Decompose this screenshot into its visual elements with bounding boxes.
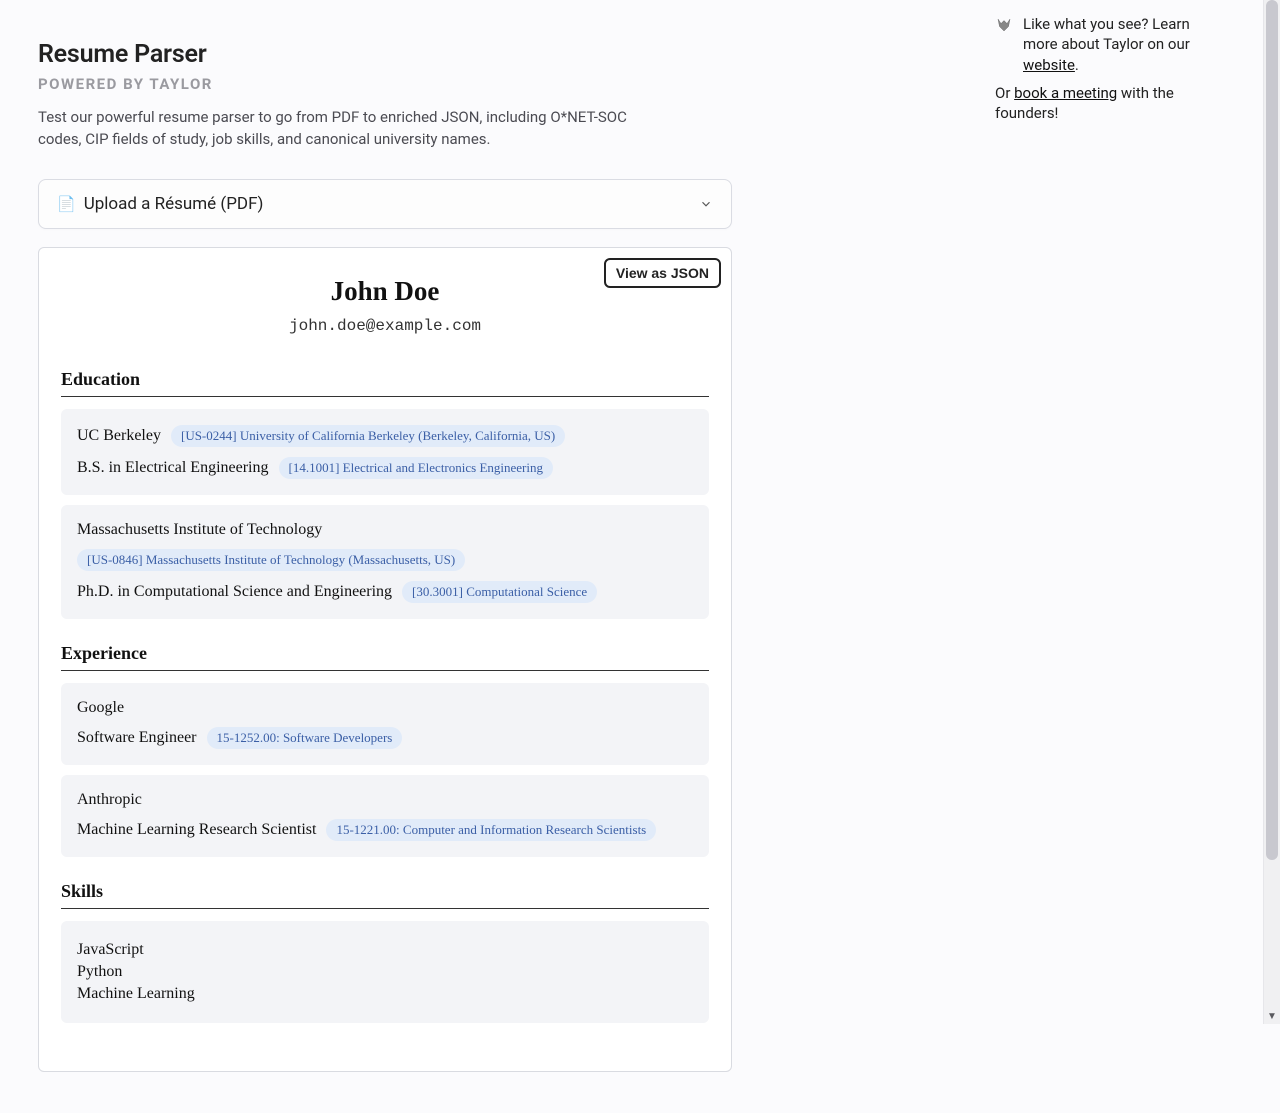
scroll-down-arrow[interactable]: ▼ xyxy=(1267,1012,1277,1022)
skills-card: JavaScript Python Machine Learning xyxy=(61,921,709,1023)
document-icon: 📄 xyxy=(57,195,76,213)
scroll-thumb[interactable] xyxy=(1266,0,1278,860)
degree-tag: [30.3001] Computational Science xyxy=(402,581,597,603)
promo-text-1a: Like what you see? Learn more about Tayl… xyxy=(1023,15,1190,53)
promo-text-1b: . xyxy=(1075,56,1079,74)
experience-card: Anthropic Machine Learning Research Scie… xyxy=(61,775,709,857)
company-name: Anthropic xyxy=(77,791,142,809)
skill-item: Python xyxy=(77,963,693,981)
page-title: Resume Parser xyxy=(38,40,770,69)
experience-heading: Experience xyxy=(61,643,709,671)
scrollbar[interactable]: ▲ ▼ xyxy=(1263,0,1280,1024)
view-as-json-button[interactable]: View as JSON xyxy=(604,258,721,288)
school-name: UC Berkeley xyxy=(77,427,161,445)
school-tag: [US-0846] Massachusetts Institute of Tec… xyxy=(77,549,465,571)
education-section: Education UC Berkeley [US-0244] Universi… xyxy=(61,369,709,619)
experience-section: Experience Google Software Engineer 15-1… xyxy=(61,643,709,857)
chevron-down-icon xyxy=(699,197,713,211)
job-title: Software Engineer xyxy=(77,729,197,747)
education-card: UC Berkeley [US-0244] University of Cali… xyxy=(61,409,709,495)
degree-tag: [14.1001] Electrical and Electronics Eng… xyxy=(279,457,553,479)
job-tag: 15-1221.00: Computer and Information Res… xyxy=(326,819,656,841)
school-name: Massachusetts Institute of Technology xyxy=(77,521,322,539)
skills-section: Skills JavaScript Python Machine Learnin… xyxy=(61,881,709,1023)
degree-name: Ph.D. in Computational Science and Engin… xyxy=(77,583,392,601)
promo-sidebar: Like what you see? Learn more about Tayl… xyxy=(770,0,1225,123)
upload-label: Upload a Résumé (PDF) xyxy=(84,194,264,214)
skill-item: JavaScript xyxy=(77,941,693,959)
promo-text-2a: Or xyxy=(995,84,1014,102)
degree-name: B.S. in Electrical Engineering xyxy=(77,459,269,477)
company-name: Google xyxy=(77,699,124,717)
page-subtitle: POWERED BY TAYLOR xyxy=(38,75,770,93)
website-link[interactable]: website xyxy=(1023,56,1075,74)
upload-accordion[interactable]: 📄 Upload a Résumé (PDF) xyxy=(38,179,732,229)
skill-item: Machine Learning xyxy=(77,985,693,1003)
skills-heading: Skills xyxy=(61,881,709,909)
experience-card: Google Software Engineer 15-1252.00: Sof… xyxy=(61,683,709,765)
job-tag: 15-1252.00: Software Developers xyxy=(207,727,403,749)
resume-email: john.doe@example.com xyxy=(61,317,709,335)
school-tag: [US-0244] University of California Berke… xyxy=(171,425,565,447)
intro-text: Test our powerful resume parser to go fr… xyxy=(38,107,638,151)
education-card: Massachusetts Institute of Technology [U… xyxy=(61,505,709,619)
resume-panel: View as JSON John Doe john.doe@example.c… xyxy=(38,247,732,1072)
job-title: Machine Learning Research Scientist xyxy=(77,821,316,839)
book-meeting-link[interactable]: book a meeting xyxy=(1014,84,1117,102)
education-heading: Education xyxy=(61,369,709,397)
fox-icon xyxy=(995,16,1013,34)
